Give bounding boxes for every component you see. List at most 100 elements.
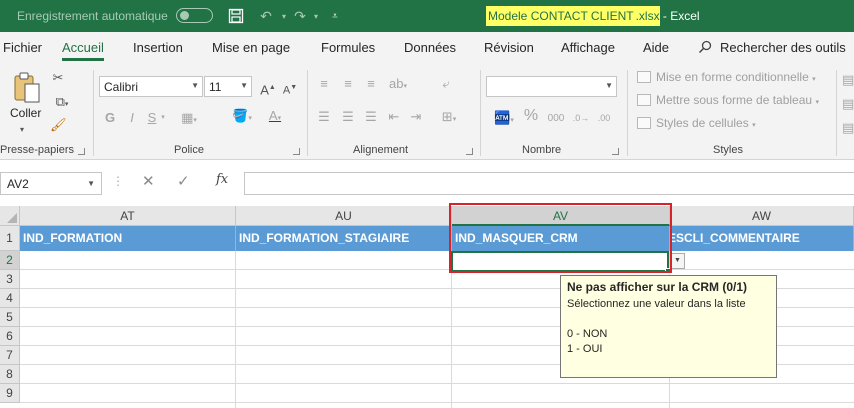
row-header-6[interactable]: 6 bbox=[0, 327, 20, 346]
title-bar: Enregistrement automatique ↶ ▾ ↷ ▾ ⩡ Mod… bbox=[0, 0, 854, 32]
copy-icon[interactable]: ⧉▾ bbox=[50, 94, 74, 113]
bold-button[interactable]: G bbox=[104, 110, 116, 126]
percent-button[interactable]: % bbox=[523, 108, 539, 124]
autosave-toggle[interactable] bbox=[176, 8, 213, 23]
row-header-5[interactable]: 5 bbox=[0, 308, 20, 327]
search-icon bbox=[698, 40, 712, 54]
tab-affichage[interactable]: Affichage bbox=[561, 40, 615, 55]
underline-dropdown-icon[interactable]: ▾ bbox=[158, 110, 168, 126]
row-header-3[interactable]: 3 bbox=[0, 270, 20, 289]
align-middle-icon[interactable]: ≡ bbox=[340, 76, 356, 92]
delete-cells-icon[interactable]: ▤ bbox=[842, 96, 854, 112]
number-launcher-icon[interactable] bbox=[612, 148, 619, 155]
tell-me-search[interactable]: Rechercher des outils bbox=[698, 40, 846, 55]
align-left-icon[interactable]: ☰ bbox=[316, 109, 332, 125]
format-cells-icon[interactable]: ▤ bbox=[842, 120, 854, 136]
redo-dropdown-icon[interactable]: ▾ bbox=[306, 6, 326, 26]
align-bottom-icon[interactable]: ≡ bbox=[363, 76, 379, 92]
spreadsheet-grid: AT AU AV AW 1 2 3 4 5 6 7 8 9 IND_FORMAT… bbox=[0, 203, 854, 408]
number-format-select[interactable]: ▼ bbox=[486, 76, 617, 97]
decrease-decimal-icon[interactable]: .00 bbox=[595, 110, 613, 126]
cell-aw1[interactable]: ESCLI_COMMENTAIRE bbox=[670, 226, 854, 251]
formula-input[interactable] bbox=[244, 172, 854, 195]
row-header-4[interactable]: 4 bbox=[0, 289, 20, 308]
tab-aide[interactable]: Aide bbox=[643, 40, 669, 55]
validation-dropdown-button[interactable]: ▼ bbox=[670, 253, 685, 269]
increase-decimal-icon[interactable]: .0→ bbox=[572, 110, 590, 126]
formula-bar-grip-icon: ⋮ bbox=[112, 174, 124, 188]
font-color-icon[interactable]: A▾ bbox=[262, 108, 288, 127]
font-size-select[interactable]: 11 ▼ bbox=[204, 76, 252, 97]
group-divider bbox=[836, 70, 837, 156]
tab-formules[interactable]: Formules bbox=[321, 40, 375, 55]
conditional-formatting-label: Mise en forme conditionnelle bbox=[656, 70, 809, 84]
tooltip-instruction: Sélectionnez une valeur dans la liste bbox=[567, 298, 746, 310]
cell-at1[interactable]: IND_FORMATION bbox=[20, 226, 236, 251]
column-header-at[interactable]: AT bbox=[20, 206, 236, 226]
paste-label[interactable]: Coller bbox=[10, 106, 41, 120]
thousands-separator-button[interactable]: 000 bbox=[545, 111, 567, 127]
tab-accueil[interactable]: Accueil bbox=[62, 40, 104, 61]
alignment-launcher-icon[interactable] bbox=[466, 148, 473, 155]
tab-mise-en-page[interactable]: Mise en page bbox=[212, 40, 290, 55]
select-all-button[interactable] bbox=[0, 206, 20, 226]
row-header-2[interactable]: 2 bbox=[0, 251, 20, 270]
row-header-7[interactable]: 7 bbox=[0, 346, 20, 365]
highlight-box bbox=[449, 203, 672, 273]
paste-dropdown-icon[interactable]: ▾ bbox=[20, 122, 24, 138]
clipboard-launcher-icon[interactable] bbox=[78, 148, 85, 155]
column-header-aw[interactable]: AW bbox=[670, 206, 854, 226]
orientation-icon[interactable]: ab▾ bbox=[386, 76, 410, 95]
merge-center-icon[interactable]: ⊞▾ bbox=[436, 109, 462, 128]
cancel-icon[interactable]: ✕ bbox=[142, 172, 155, 190]
ribbon-tabs: Fichier Accueil Insertion Mise en page F… bbox=[0, 32, 854, 64]
wrap-text-icon[interactable]: ⤶ bbox=[436, 76, 456, 92]
column-header-au[interactable]: AU bbox=[236, 206, 452, 226]
font-name-select[interactable]: Calibri ▼ bbox=[99, 76, 203, 97]
cell-styles-label: Styles de cellules bbox=[656, 116, 749, 130]
gridline bbox=[20, 383, 854, 384]
row-header-1[interactable]: 1 bbox=[0, 226, 20, 251]
customize-qat-icon[interactable]: ⩡ bbox=[325, 6, 345, 26]
insert-cells-icon[interactable]: ▤ bbox=[842, 72, 854, 88]
format-as-table-icon bbox=[637, 94, 651, 106]
insert-function-button[interactable]: fx bbox=[216, 172, 228, 187]
name-box[interactable]: AV2 ▼ bbox=[0, 172, 102, 195]
decrease-indent-icon[interactable]: ⇤ bbox=[386, 109, 402, 125]
tab-insertion[interactable]: Insertion bbox=[133, 40, 183, 55]
paste-icon[interactable] bbox=[12, 70, 42, 104]
header-row: IND_FORMATION IND_FORMATION_STAGIAIRE IN… bbox=[20, 226, 854, 251]
align-top-icon[interactable]: ≡ bbox=[316, 76, 332, 92]
tab-fichier[interactable]: Fichier bbox=[3, 40, 42, 55]
decrease-font-icon[interactable]: A▼ bbox=[280, 80, 300, 99]
document-name: Modele CONTACT CLIENT bbox=[486, 6, 636, 26]
conditional-formatting-button[interactable]: Mise en forme conditionnelle ▾ bbox=[637, 70, 816, 84]
save-icon[interactable] bbox=[226, 6, 246, 26]
tab-donnees[interactable]: Données bbox=[404, 40, 456, 55]
borders-icon[interactable]: ▦▾ bbox=[178, 110, 200, 129]
cut-icon[interactable]: ✂ bbox=[50, 70, 66, 86]
tab-revision[interactable]: Révision bbox=[484, 40, 534, 55]
toggle-knob bbox=[180, 11, 189, 20]
tooltip-option-non: 0 - NON bbox=[567, 328, 608, 340]
accounting-format-icon[interactable]: 🏧▾ bbox=[489, 110, 519, 129]
undo-icon[interactable]: ↶ bbox=[256, 6, 276, 26]
fill-color-icon[interactable]: 🪣▾ bbox=[230, 108, 254, 127]
align-right-icon[interactable]: ☰ bbox=[363, 109, 379, 125]
format-as-table-button[interactable]: Mettre sous forme de tableau ▾ bbox=[637, 93, 819, 107]
row-header-8[interactable]: 8 bbox=[0, 365, 20, 384]
increase-indent-icon[interactable]: ⇥ bbox=[408, 109, 424, 125]
gridline bbox=[20, 269, 854, 270]
align-center-icon[interactable]: ☰ bbox=[340, 109, 356, 125]
row-header-9[interactable]: 9 bbox=[0, 384, 20, 403]
italic-button[interactable]: I bbox=[126, 110, 138, 126]
cell-styles-button[interactable]: Styles de cellules ▾ bbox=[637, 116, 756, 130]
clipboard-group-label: Presse-papiers bbox=[0, 144, 74, 156]
cell-au1[interactable]: IND_FORMATION_STAGIAIRE bbox=[236, 226, 452, 251]
underline-button[interactable]: S bbox=[146, 110, 158, 126]
font-launcher-icon[interactable] bbox=[293, 148, 300, 155]
increase-font-icon[interactable]: A▲ bbox=[258, 80, 278, 98]
enter-icon[interactable]: ✓ bbox=[177, 172, 190, 190]
format-as-table-label: Mettre sous forme de tableau bbox=[656, 93, 813, 107]
format-painter-icon[interactable]: 🖌 bbox=[50, 117, 67, 133]
